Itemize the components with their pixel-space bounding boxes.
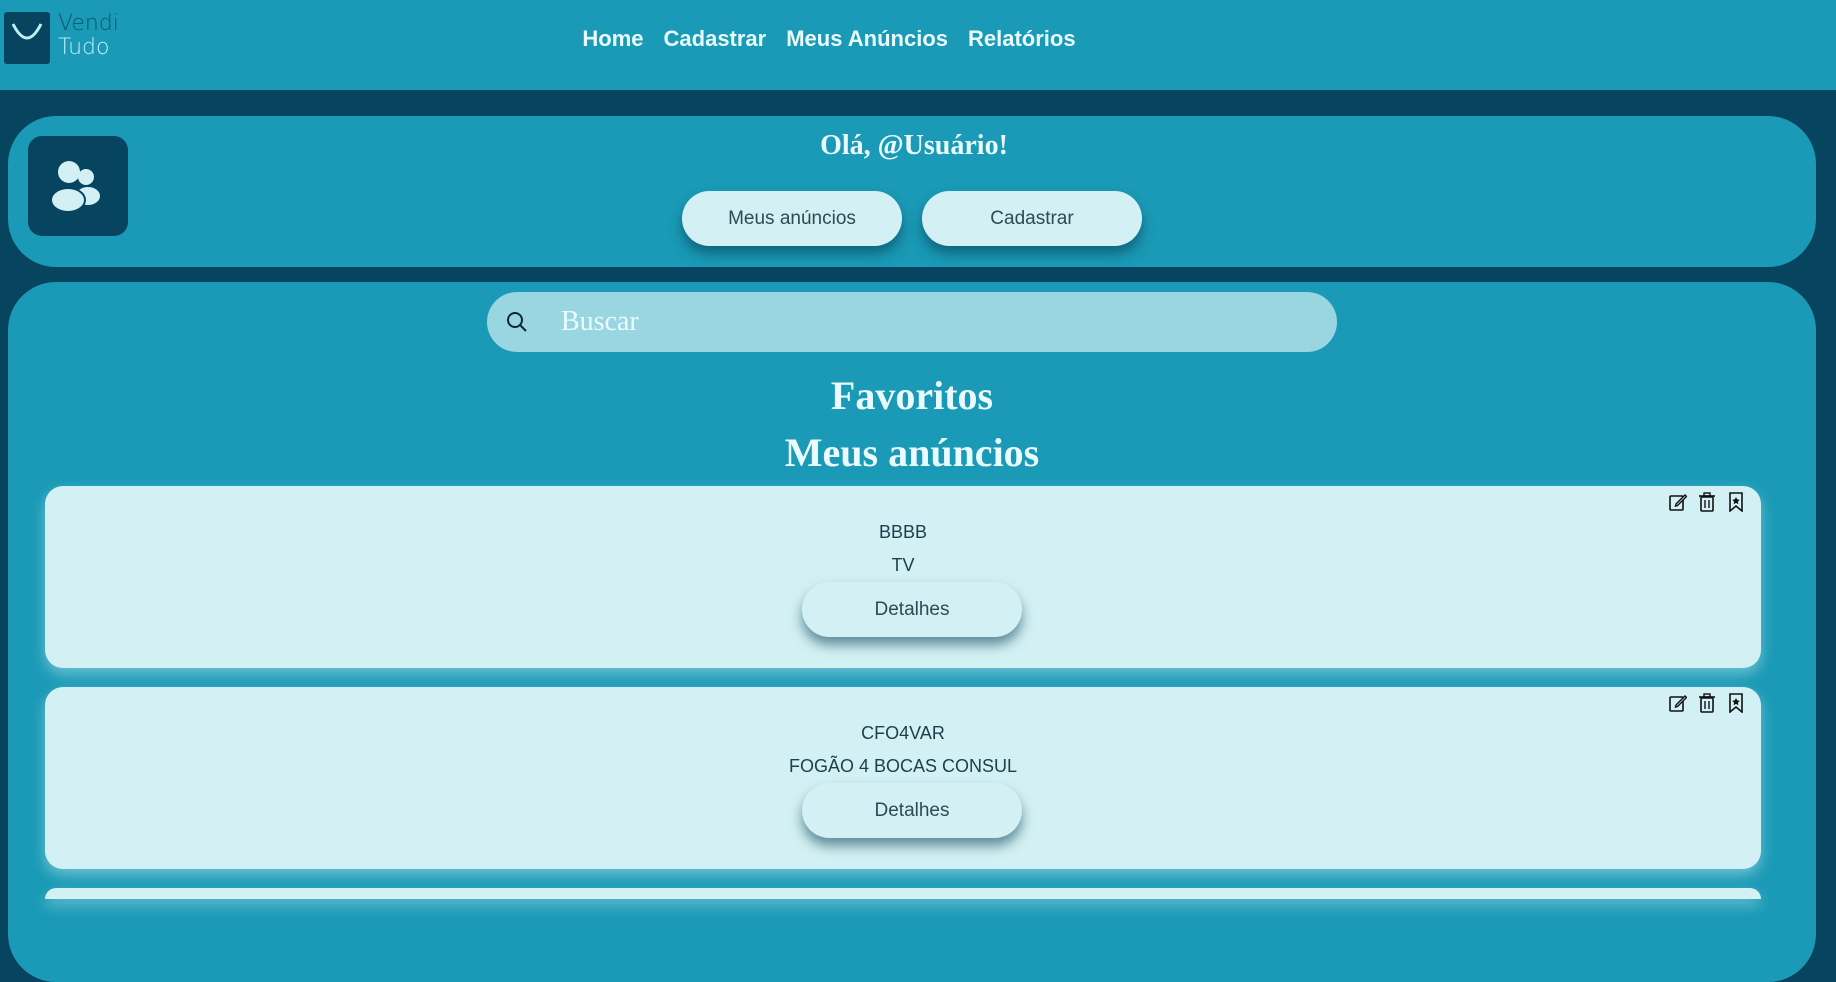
ad-actions — [1669, 693, 1745, 714]
trash-icon[interactable] — [1698, 693, 1716, 713]
nav-meus-anuncios[interactable]: Meus Anúncios — [786, 26, 948, 52]
nav-home[interactable]: Home — [582, 26, 643, 52]
ad-code: CFO4VAR — [861, 723, 945, 743]
users-icon — [51, 161, 100, 213]
nav-cadastrar[interactable]: Cadastrar — [664, 26, 767, 52]
bookmark-icon[interactable] — [1727, 492, 1745, 513]
my-ads-button[interactable]: Meus anúncios — [682, 191, 902, 246]
ad-card: CFO4VAR FOGÃO 4 BOCAS CONSUL Detalhes — [45, 687, 1761, 869]
main-nav: Home Cadastrar Meus Anúncios Relatórios — [0, 26, 1747, 52]
ad-code: BBBB — [878, 522, 928, 542]
profile-actions: Meus anúncios Cadastrar — [682, 191, 1142, 246]
edit-icon[interactable] — [1669, 693, 1688, 713]
search-icon — [507, 312, 527, 332]
register-button[interactable]: Cadastrar — [922, 191, 1142, 246]
profile-card: Olá, @Usuário! Meus anúncios Cadastrar — [8, 116, 1816, 267]
ad-card: BBBB TV Detalhes — [45, 486, 1761, 668]
bookmark-icon[interactable] — [1727, 693, 1745, 714]
details-button[interactable]: Detalhes — [802, 783, 1022, 838]
details-button[interactable]: Detalhes — [802, 582, 1022, 637]
search-bar[interactable] — [487, 292, 1337, 352]
trash-icon[interactable] — [1698, 492, 1716, 512]
my-ads-heading: Meus anúncios — [784, 430, 1040, 475]
top-navbar: Vendi Tudo Home Cadastrar Meus Anúncios … — [0, 0, 1836, 90]
ad-name: TV — [891, 555, 915, 575]
greeting: Olá, @Usuário! — [820, 130, 1008, 161]
nav-relatorios[interactable]: Relatórios — [968, 26, 1076, 52]
ad-actions — [1669, 492, 1745, 513]
search-input[interactable] — [561, 306, 1261, 338]
ad-card-partial — [45, 888, 1761, 899]
ad-name: FOGÃO 4 BOCAS CONSUL — [788, 756, 1018, 776]
edit-icon[interactable] — [1669, 492, 1688, 512]
favorites-heading: Favoritos — [830, 373, 994, 418]
